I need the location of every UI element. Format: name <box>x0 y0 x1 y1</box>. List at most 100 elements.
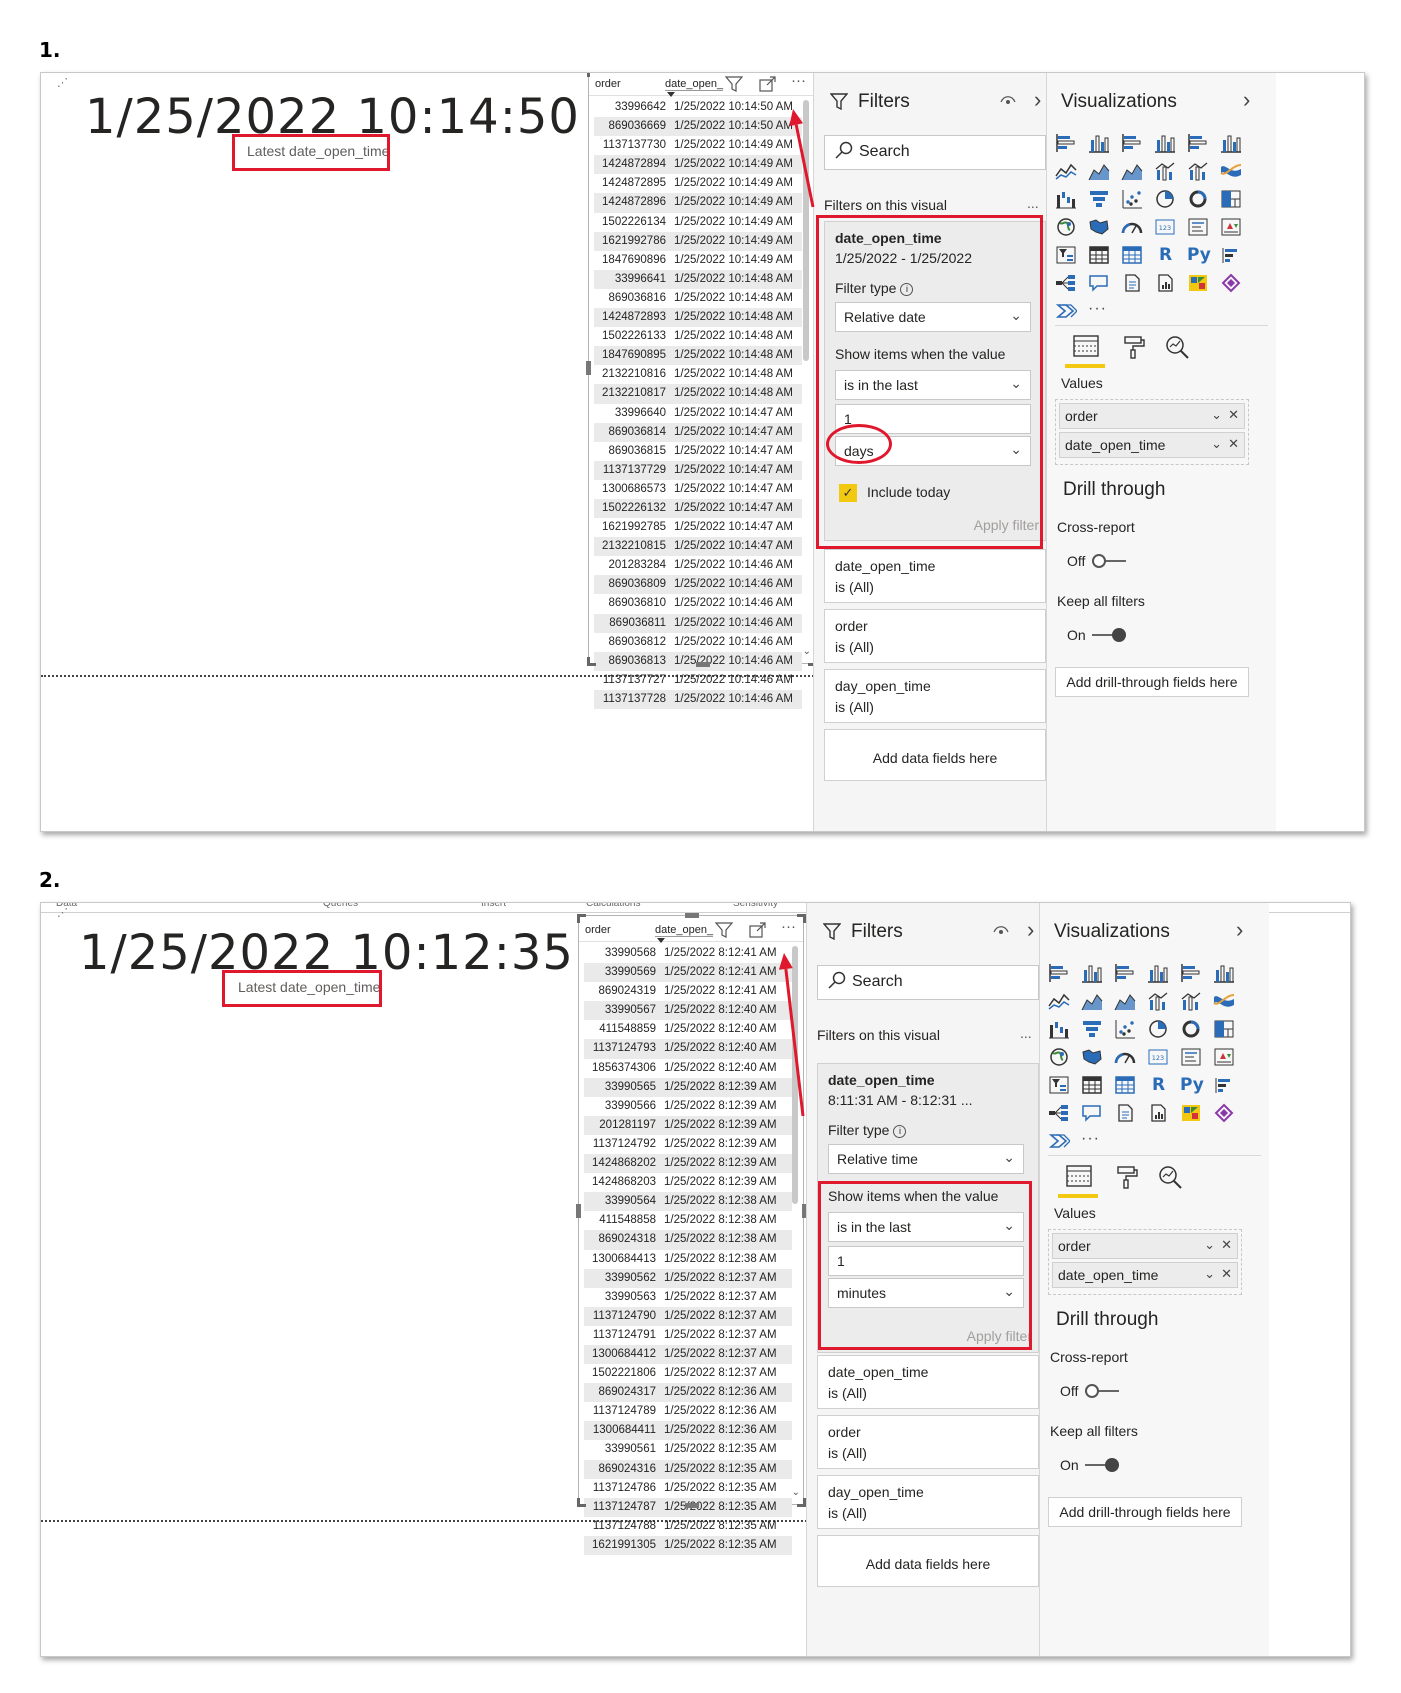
table-row[interactable]: 869036810 1/25/2022 10:14:46 AM <box>594 594 802 613</box>
resize-corner[interactable] <box>587 73 596 77</box>
donut-icon[interactable] <box>1180 1019 1204 1041</box>
table-row[interactable]: 2132210816 1/25/2022 10:14:48 AM <box>594 365 802 384</box>
active-filter-card[interactable]: date_open_time 1/25/2022 - 1/25/2022 Filte… <box>824 221 1046 541</box>
value-field[interactable]: order ⌄ ✕ <box>1059 403 1245 429</box>
waterfall-icon[interactable] <box>1055 189 1079 211</box>
value-field[interactable]: date_open_time ⌄ ✕ <box>1052 1262 1238 1288</box>
info-icon[interactable]: i <box>893 1125 907 1138</box>
table-row[interactable]: 1300684412 1/25/2022 8:12:37 AM <box>584 1344 792 1365</box>
table-row[interactable]: 869024319 1/25/2022 8:12:41 AM <box>584 982 792 1001</box>
column-header-date[interactable]: date_open_ <box>665 78 724 91</box>
python-visual-icon[interactable]: Py <box>1180 1075 1204 1097</box>
kpi-icon[interactable] <box>1220 217 1244 239</box>
table-row[interactable]: 869036816 1/25/2022 10:14:48 AM <box>594 289 802 308</box>
table-row[interactable]: 1137137727 1/25/2022 10:14:46 AM <box>594 671 802 690</box>
hbar-clustered-icon[interactable] <box>1114 963 1138 985</box>
hbar-clustered-icon[interactable] <box>1121 133 1145 155</box>
scatter-icon[interactable] <box>1121 189 1145 211</box>
more-icon[interactable]: ··· <box>1088 301 1112 323</box>
info-icon[interactable]: i <box>900 283 914 296</box>
fields-tab-icon[interactable] <box>1066 1165 1092 1192</box>
table-row[interactable]: 33996642 1/25/2022 10:14:50 AM <box>594 98 802 117</box>
table-row[interactable]: 1424872895 1/25/2022 10:14:49 AM <box>594 174 802 193</box>
focus-mode-icon[interactable] <box>749 922 767 942</box>
bar-100-icon[interactable] <box>1220 133 1244 155</box>
hbar-stacked-icon[interactable] <box>1048 963 1072 985</box>
table-row[interactable]: 1847690896 1/25/2022 10:14:49 AM <box>594 251 802 270</box>
filter-type-dropdown[interactable]: Relative time ⌄ <box>828 1144 1024 1174</box>
table-row[interactable]: 1424872893 1/25/2022 10:14:48 AM <box>594 308 802 328</box>
resize-corner[interactable] <box>587 657 596 666</box>
table-row[interactable]: 869036811 1/25/2022 10:14:46 AM <box>594 613 802 633</box>
table-row[interactable]: 1137137730 1/25/2022 10:14:49 AM <box>594 136 802 155</box>
power-automate-icon[interactable] <box>1213 1103 1237 1125</box>
section-more-icon[interactable]: ... <box>1027 195 1039 211</box>
table-row[interactable]: 1424872894 1/25/2022 10:14:49 AM <box>594 155 802 175</box>
remove-field-icon[interactable]: ✕ <box>1221 1237 1232 1253</box>
operator-dropdown[interactable]: is in the last ⌄ <box>828 1212 1024 1242</box>
hbar-100-icon[interactable] <box>1180 963 1204 985</box>
column-header-order[interactable]: order <box>595 78 621 90</box>
map-icon[interactable] <box>1048 1047 1072 1069</box>
chevron-down-icon[interactable]: ⌄ <box>1204 1266 1215 1282</box>
filled-map-icon[interactable] <box>1088 217 1112 239</box>
resize-corner[interactable] <box>577 914 586 923</box>
matrix-icon[interactable] <box>1114 1075 1138 1097</box>
chevron-down-icon[interactable]: ⌄ <box>1204 1237 1215 1253</box>
drill-through-dropzone[interactable]: Add drill-through fields here <box>1048 1497 1242 1527</box>
multirow-card-icon[interactable] <box>1187 217 1211 239</box>
apply-filter-button[interactable]: Apply filter <box>967 1328 1032 1344</box>
qa-icon[interactable] <box>1088 273 1112 295</box>
table-row[interactable]: 1502221806 1/25/2022 8:12:37 AM <box>584 1364 792 1383</box>
smart-narrative-icon[interactable] <box>1121 273 1145 295</box>
table-row[interactable]: 1621992786 1/25/2022 10:14:49 AM <box>594 231 802 251</box>
table-row[interactable]: 33990563 1/25/2022 8:12:37 AM <box>584 1288 792 1307</box>
resize-corner[interactable] <box>577 1498 586 1507</box>
table-row[interactable]: 33990561 1/25/2022 8:12:35 AM <box>584 1440 792 1459</box>
remove-field-icon[interactable]: ✕ <box>1228 407 1239 423</box>
include-today-checkbox[interactable]: ✓ <box>839 484 857 502</box>
table-row[interactable]: 411548858 1/25/2022 8:12:38 AM <box>584 1211 792 1230</box>
map-icon[interactable] <box>1055 217 1079 239</box>
key-influencers-icon[interactable] <box>1220 245 1244 267</box>
table-row[interactable]: 1137137729 1/25/2022 10:14:47 AM <box>594 460 802 480</box>
remove-field-icon[interactable]: ✕ <box>1228 436 1239 452</box>
format-paint-roller-icon[interactable] <box>1116 1165 1138 1194</box>
kpi-icon[interactable] <box>1213 1047 1237 1069</box>
unit-dropdown[interactable]: minutes ⌄ <box>828 1278 1024 1308</box>
stacked-area-icon[interactable] <box>1114 991 1138 1013</box>
table-row[interactable]: 869036809 1/25/2022 10:14:46 AM <box>594 575 802 595</box>
table-row[interactable]: 1502226132 1/25/2022 10:14:47 AM <box>594 498 802 519</box>
card-icon[interactable]: 123 <box>1154 217 1178 239</box>
ribbon-icon[interactable] <box>1220 161 1244 183</box>
waterfall-icon[interactable] <box>1048 1019 1072 1041</box>
filter-icon[interactable] <box>724 76 744 96</box>
scroll-down-icon[interactable]: ⌄ <box>803 646 811 657</box>
filter-icon[interactable] <box>714 922 734 942</box>
card-drag-handle-icon[interactable]: ⋰ <box>57 76 68 89</box>
more-visuals-icon[interactable] <box>1048 1131 1072 1153</box>
section-more-icon[interactable]: ... <box>1020 1025 1032 1041</box>
table-row[interactable]: 1300684411 1/25/2022 8:12:36 AM <box>584 1421 792 1441</box>
table-row[interactable]: 1137124789 1/25/2022 8:12:36 AM <box>584 1402 792 1421</box>
funnel-icon[interactable] <box>1081 1019 1105 1041</box>
table-row[interactable]: 1502226133 1/25/2022 10:14:48 AM <box>594 327 802 346</box>
collapse-visualizations-icon[interactable]: › <box>1243 87 1250 113</box>
treemap-icon[interactable] <box>1213 1019 1237 1041</box>
decomposition-tree-icon[interactable] <box>1048 1103 1072 1125</box>
collapse-visualizations-icon[interactable]: › <box>1236 917 1243 943</box>
filter-search-input[interactable]: Search <box>824 135 1046 170</box>
slicer-icon[interactable] <box>1048 1075 1072 1097</box>
collapse-filters-icon[interactable]: › <box>1034 87 1041 113</box>
table-row[interactable]: 869036814 1/25/2022 10:14:47 AM <box>594 422 802 442</box>
power-apps-icon[interactable] <box>1180 1103 1204 1125</box>
table-row[interactable]: 1621992785 1/25/2022 10:14:47 AM <box>594 518 802 537</box>
table-row[interactable]: 869036669 1/25/2022 10:14:50 AM <box>594 117 802 137</box>
value-field[interactable]: order ⌄ ✕ <box>1052 1233 1238 1259</box>
table-row[interactable]: 1137137728 1/25/2022 10:14:46 AM <box>594 689 802 709</box>
focus-mode-icon[interactable] <box>759 76 777 96</box>
table-row[interactable]: 411548859 1/25/2022 8:12:40 AM <box>584 1020 792 1039</box>
bar-clustered-icon[interactable] <box>1147 963 1171 985</box>
table-visual[interactable]: order date_open_ ··· 33996642 1/25/2022 10:1… <box>586 73 818 709</box>
smart-narrative-icon[interactable] <box>1114 1103 1138 1125</box>
